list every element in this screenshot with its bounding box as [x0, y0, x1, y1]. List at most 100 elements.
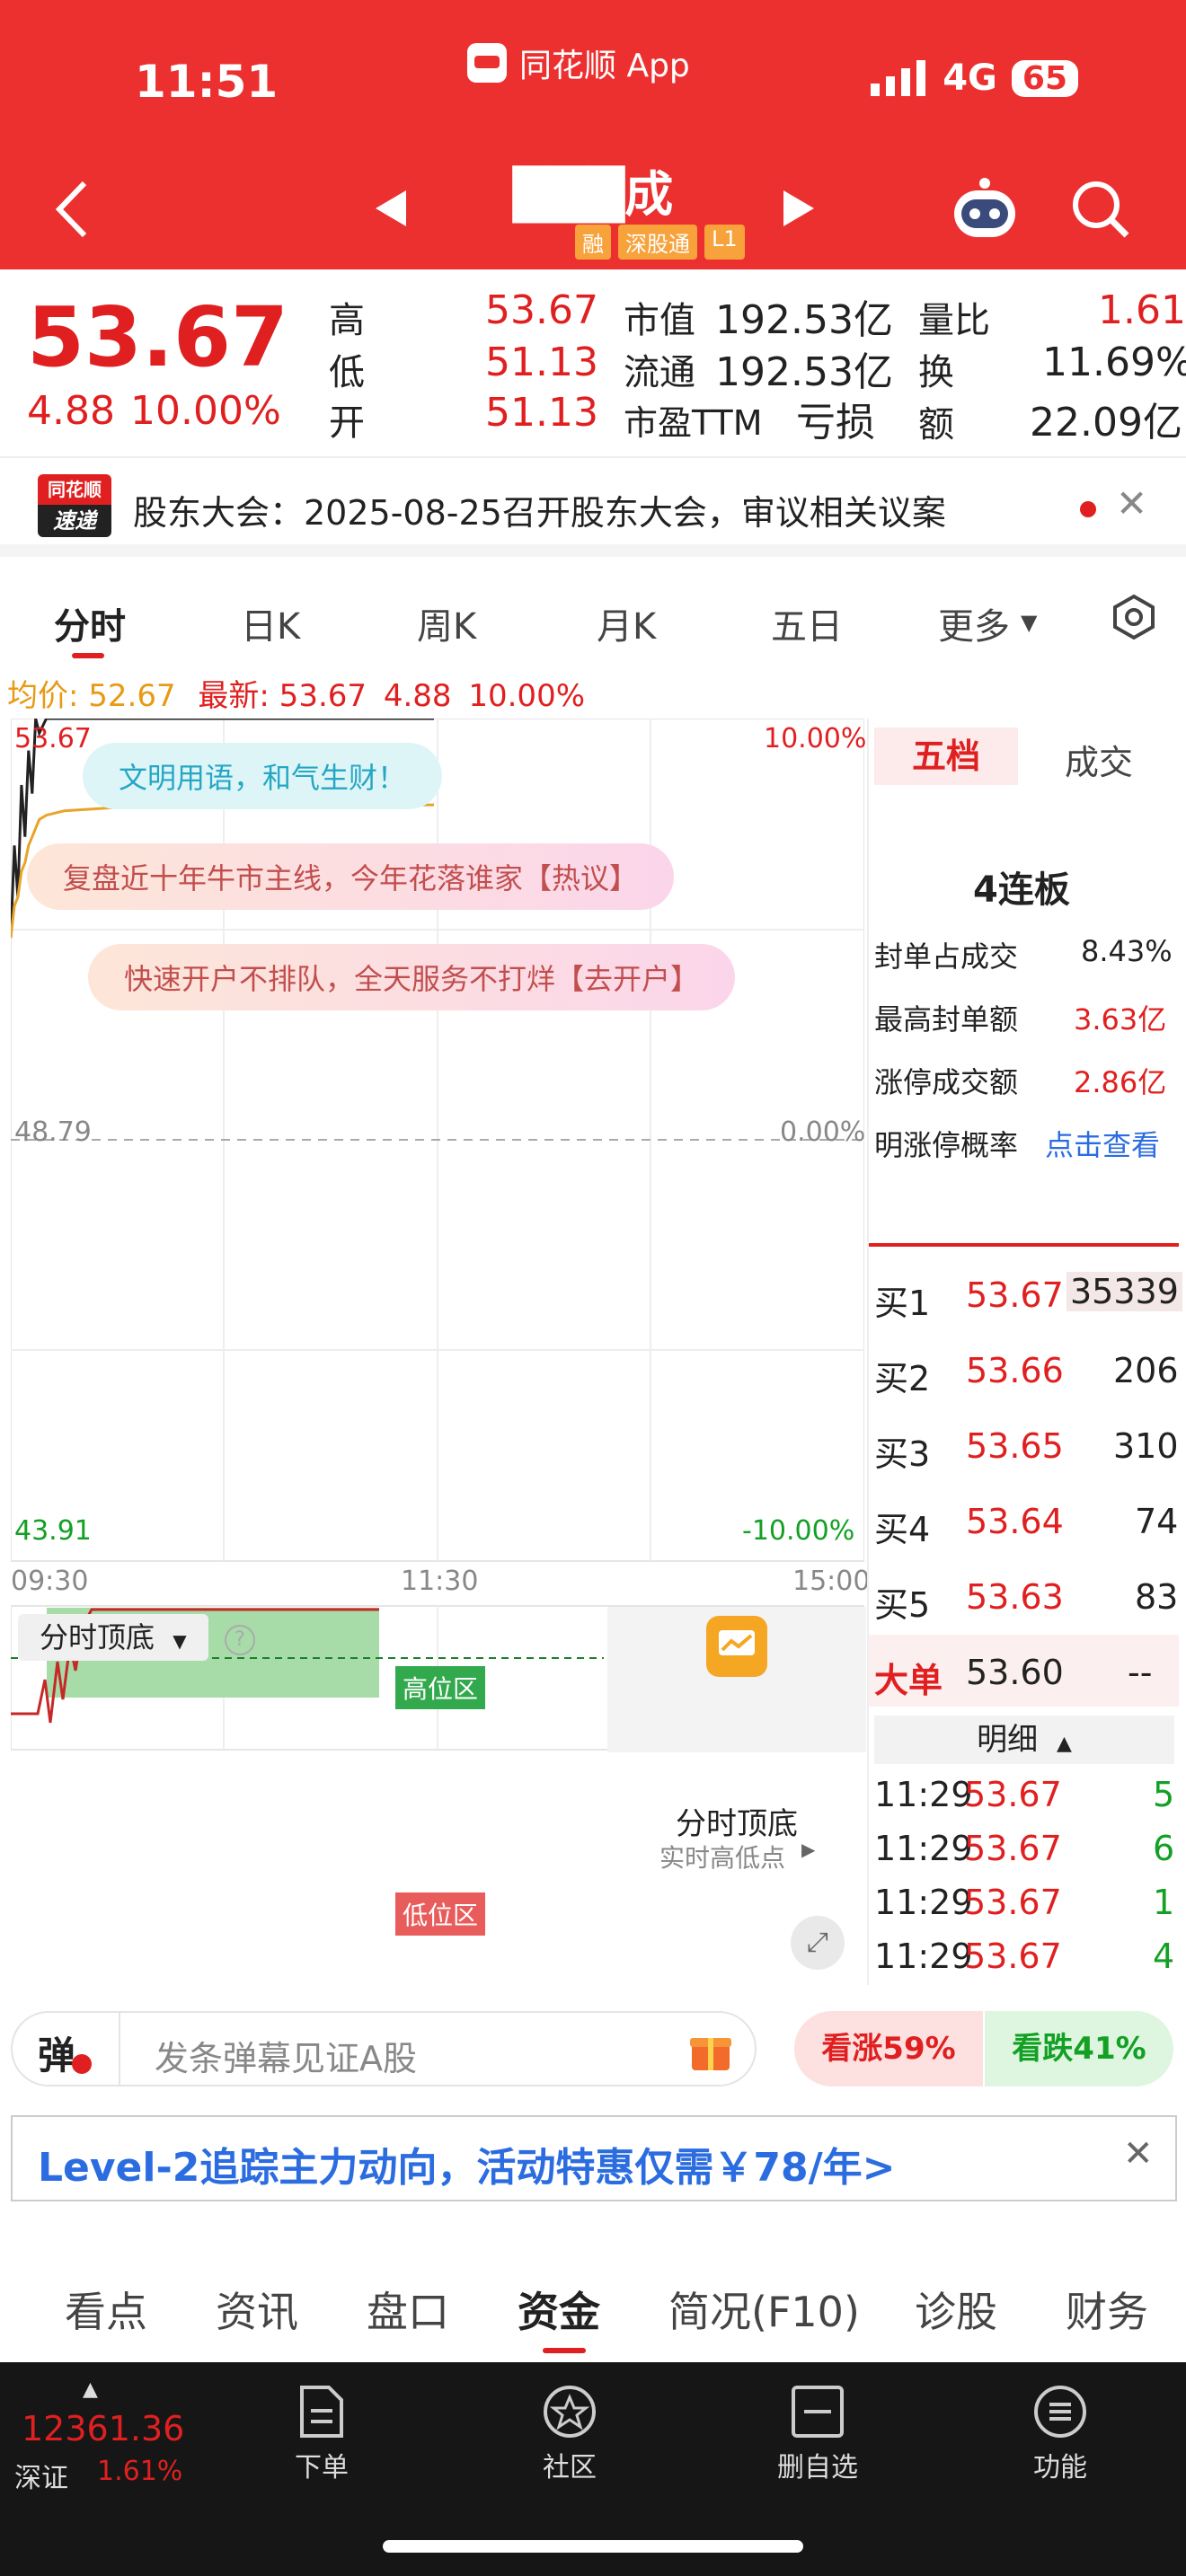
pe-label: 市盈TTM: [624, 403, 763, 443]
bullish-button[interactable]: 看涨59%: [794, 2011, 983, 2086]
danmu-pill[interactable]: 文明用语，和气生财！: [83, 743, 443, 809]
index-pct: 1.61%: [97, 2456, 183, 2487]
tab-more[interactable]: 更多: [938, 597, 1010, 649]
news-text: 股东大会：2025-08-25召开股东大会，审议相关议案: [133, 493, 946, 533]
search-icon[interactable]: [1071, 180, 1130, 239]
tab-f10[interactable]: 简况(F10): [668, 2280, 860, 2339]
quote-panel: 53.67 4.88 10.00% 高 53.67 低 51.13 开 51.1…: [0, 269, 1186, 458]
tab-news[interactable]: 资讯: [216, 2280, 298, 2339]
tick-volume: 4: [1153, 1936, 1175, 1976]
minus-box-icon: [792, 2386, 844, 2438]
tab-weekly[interactable]: 周K: [417, 597, 476, 649]
bid-price: 53.66: [966, 1351, 1064, 1390]
header-change: 4.88: [383, 678, 452, 714]
tab-daily[interactable]: 日K: [241, 597, 300, 649]
tick-volume: 6: [1153, 1829, 1175, 1868]
pe-value: 亏损: [796, 400, 875, 446]
bid-price: 53.67: [966, 1275, 1064, 1315]
detail-toggle[interactable]: 明细 ▲: [874, 1716, 1174, 1764]
chart-tabs: 分时 日K 周K 月K 五日 更多 ▼: [0, 561, 1186, 669]
help-icon[interactable]: ?: [225, 1625, 255, 1655]
tab-finance[interactable]: 财务: [1066, 2280, 1148, 2339]
mktcap-value: 192.53亿: [715, 297, 893, 343]
tick-price: 53.67: [964, 1829, 1062, 1868]
tag-connect: 深股通: [618, 225, 697, 260]
indicator-promo-content[interactable]: [607, 1607, 866, 1752]
limit-board-count: 4连板: [973, 869, 1070, 911]
avg-price-label: 均价: 52.67: [7, 678, 176, 714]
news-ticker[interactable]: 同花顺 速递 股东大会：2025-08-25召开股东大会，审议相关议案 ✕: [0, 458, 1186, 557]
gift-icon[interactable]: [688, 2027, 733, 2072]
community-button[interactable]: 社区: [507, 2384, 633, 2484]
high-value: 53.67: [485, 287, 598, 333]
tick-time: 11:29: [874, 1883, 973, 1922]
tab-handicap[interactable]: 盘口: [367, 2280, 449, 2339]
tab-trades[interactable]: 成交: [1065, 735, 1133, 784]
bottom-bar: ▲ 12361.36 深证 1.61% 下单 社区 删自选 功能: [0, 2362, 1186, 2576]
bid-volume: 310: [1113, 1426, 1179, 1466]
pct-label-mid: 0.00%: [780, 1116, 866, 1148]
active-tab-indicator: [72, 653, 104, 658]
indicator-selector[interactable]: 分时顶底 ▼: [18, 1614, 208, 1661]
remove-watchlist-button[interactable]: 删自选: [755, 2384, 881, 2484]
tick-price: 53.67: [964, 1883, 1062, 1922]
menu-circle-icon: [1034, 2386, 1086, 2438]
news-badge: 同花顺 速递: [38, 474, 111, 537]
stat-value: 2.86亿: [1074, 1065, 1167, 1099]
danmu-input[interactable]: 弹 发条弹幕见证A股: [11, 2011, 757, 2086]
bid-label: 买3: [874, 1434, 931, 1474]
time-label-mid: 11:30: [401, 1566, 479, 1597]
settings-hexagon-icon[interactable]: [1111, 594, 1157, 640]
tab-intraday[interactable]: 分时: [54, 597, 126, 649]
network-type: 4G: [943, 57, 997, 99]
tick-time: 11:29: [874, 1829, 973, 1868]
chevron-up-icon[interactable]: ▲: [83, 2378, 98, 2401]
danmu-pill[interactable]: 快速开户不排队，全天服务不打烊【去开户】: [88, 944, 736, 1010]
next-stock-icon[interactable]: [783, 190, 814, 226]
tab-capital[interactable]: 资金: [518, 2280, 600, 2339]
remove-watchlist-label: 删自选: [777, 2452, 858, 2483]
chart-header: 均价: 52.67 最新: 53.67 4.88 10.00%: [7, 671, 585, 715]
bearish-button[interactable]: 看跌41%: [985, 2011, 1173, 2086]
probability-link[interactable]: 点击查看: [1045, 1123, 1160, 1164]
bid-row-3[interactable]: 买3 53.65 310: [869, 1408, 1179, 1480]
promo-title: 分时顶底: [676, 1806, 798, 1842]
tab-monthly[interactable]: 月K: [597, 597, 656, 649]
bid-row-1[interactable]: 买1 53.67 35339: [869, 1257, 1182, 1329]
pct-label-bottom: -10.00%: [742, 1515, 855, 1547]
app-header: 11:51 同花顺 App 4G 65 ███成 融 深股通 L1: [0, 0, 1186, 269]
divider: [869, 1243, 1179, 1247]
danmu-row: 弹 发条弹幕见证A股 看涨59% 看跌41%: [0, 1998, 1186, 2106]
danmu-pill[interactable]: 复盘近十年牛市主线，今年花落谁家【热议】: [27, 843, 675, 910]
status-app: 同花顺 App: [467, 40, 690, 86]
star-badge-icon: [544, 2386, 596, 2438]
order-button[interactable]: 下单: [259, 2384, 385, 2484]
order-label: 下单: [295, 2452, 349, 2483]
tab-diagnosis[interactable]: 诊股: [915, 2280, 997, 2339]
bid-volume: 83: [1135, 1577, 1179, 1617]
big-order-row[interactable]: 大单 53.60 --: [869, 1635, 1179, 1707]
tab-highlights[interactable]: 看点: [65, 2280, 147, 2339]
functions-button[interactable]: 功能: [997, 2384, 1123, 2484]
y-label-mid: 48.79: [14, 1116, 92, 1148]
stat-label: 明涨停概率: [874, 1128, 1019, 1162]
tab-order-book[interactable]: 五档: [874, 728, 1018, 785]
bid-row-5[interactable]: 买5 53.63 83: [869, 1559, 1179, 1631]
danmu-badge-dot: [72, 2054, 92, 2074]
tick-volume: 5: [1153, 1775, 1175, 1814]
tick-time: 11:29: [874, 1936, 973, 1976]
app-name: 同花顺 App: [519, 48, 690, 84]
close-icon[interactable]: ✕: [1116, 481, 1147, 525]
bid-label: 买4: [874, 1510, 931, 1549]
robot-assistant-icon[interactable]: [951, 176, 1019, 241]
level2-banner[interactable]: Level-2追踪主力动向，活动特惠仅需￥78/年> ✕: [11, 2115, 1177, 2201]
bid-row-4[interactable]: 买4 53.64 74: [869, 1484, 1179, 1556]
chart-promo-icon: [706, 1616, 767, 1677]
stat-label: 封单占成交: [874, 940, 1019, 974]
index-value[interactable]: 12361.36: [22, 2409, 184, 2448]
bid-row-2[interactable]: 买2 53.66 206: [869, 1333, 1179, 1405]
bid-volume: 206: [1113, 1351, 1179, 1390]
tab-five-day[interactable]: 五日: [771, 597, 843, 649]
close-icon[interactable]: ✕: [1123, 2133, 1154, 2175]
fullscreen-icon[interactable]: ⤢: [791, 1916, 845, 1970]
